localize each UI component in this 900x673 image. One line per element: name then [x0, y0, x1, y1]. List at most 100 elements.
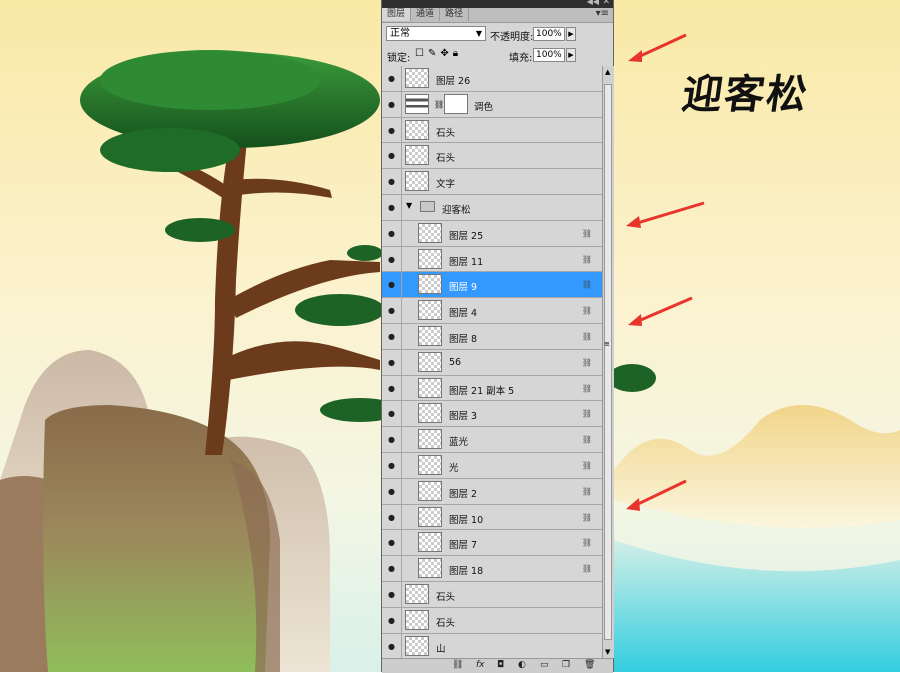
layer-row[interactable]: ● 石头 [382, 117, 602, 144]
opacity-input[interactable]: 100% [533, 27, 565, 41]
lock-icons[interactable]: ☐✎✥🔒︎ [415, 48, 462, 59]
fill-input[interactable]: 100% [533, 48, 565, 62]
scroll-down-icon[interactable]: ▼ [605, 648, 610, 656]
scroll-up-icon[interactable]: ▲ [605, 68, 610, 76]
tab-layers[interactable]: 图层 [382, 8, 412, 21]
layer-style-icon[interactable]: fx [476, 660, 485, 670]
layer-row[interactable]: ● 图层 10 ⛓ [382, 504, 602, 531]
layer-name[interactable]: 石头 [436, 125, 455, 139]
new-group-icon[interactable]: ▭ [540, 660, 549, 670]
layer-name[interactable]: 图层 25 [449, 228, 483, 242]
visibility-eye-icon[interactable]: ● [388, 306, 395, 315]
link-layers-icon[interactable]: ⛓ [452, 660, 463, 670]
panel-titlebar[interactable]: ◀◀ ✕ [382, 0, 613, 8]
visibility-eye-icon[interactable]: ● [388, 151, 395, 160]
link-icon: ⛓ [581, 435, 592, 445]
layer-name[interactable]: 图层 3 [449, 408, 477, 422]
layer-row[interactable]: ● 图层 8 ⛓ [382, 323, 602, 350]
layer-row[interactable]: ● 图层 25 ⛓ [382, 220, 602, 247]
tab-paths[interactable]: 路径 [440, 8, 470, 21]
visibility-eye-icon[interactable]: ● [388, 384, 395, 393]
visibility-eye-icon[interactable]: ● [388, 487, 395, 496]
layer-row[interactable]: ● 山 [382, 633, 602, 658]
layer-name[interactable]: 文字 [436, 176, 455, 190]
visibility-eye-icon[interactable]: ● [388, 126, 395, 135]
layer-name[interactable]: 图层 10 [449, 512, 483, 526]
blend-mode-select[interactable]: 正常 ▼ [386, 26, 486, 41]
layer-name[interactable]: 图层 9 [449, 279, 477, 293]
mask-link-icon[interactable]: ⛓ [434, 100, 444, 109]
layer-row[interactable]: ● 石头 [382, 607, 602, 634]
layer-row[interactable]: ● 石头 [382, 143, 602, 170]
visibility-eye-icon[interactable]: ● [388, 564, 395, 573]
layer-row[interactable]: ● 蓝光 ⛓ [382, 427, 602, 453]
tab-channels[interactable]: 通道 [411, 8, 441, 21]
fill-slider-button[interactable]: ▶ [566, 48, 576, 62]
visibility-eye-icon[interactable]: ● [388, 409, 395, 418]
visibility-eye-icon[interactable]: ● [388, 590, 395, 599]
visibility-eye-icon[interactable]: ● [388, 255, 395, 264]
visibility-eye-icon[interactable]: ● [388, 461, 395, 470]
layer-name[interactable]: 蓝光 [449, 434, 468, 448]
layer-name[interactable]: 迎客松 [442, 202, 471, 216]
visibility-eye-icon[interactable]: ● [388, 229, 395, 238]
layer-row[interactable]: ● 图层 18 ⛓ [382, 556, 602, 582]
layers-scrollbar[interactable]: ▲ ≡ ▼ [602, 66, 614, 658]
layer-row[interactable]: ● 图层 3 ⛓ [382, 401, 602, 428]
expand-triangle-icon[interactable]: ▼ [406, 201, 412, 210]
delete-layer-icon[interactable]: 🗑︎ [584, 660, 595, 670]
column-divider [401, 633, 402, 658]
layer-row[interactable]: ● 图层 11 ⛓ [382, 246, 602, 273]
layer-name[interactable]: 56 [449, 357, 461, 368]
layer-name[interactable]: 石头 [436, 615, 455, 629]
layer-row[interactable]: ● 图层 7 ⛓ [382, 530, 602, 557]
layer-name[interactable]: 图层 18 [449, 563, 483, 577]
visibility-eye-icon[interactable]: ● [388, 100, 395, 109]
visibility-eye-icon[interactable]: ● [388, 74, 395, 83]
layer-name[interactable]: 光 [449, 460, 459, 474]
layer-row[interactable]: ● 文字 [382, 169, 602, 195]
layer-row[interactable]: ● 图层 21 副本 5 ⛓ [382, 375, 602, 402]
opacity-slider-button[interactable]: ▶ [566, 27, 576, 41]
collapse-icon[interactable]: ◀◀ [587, 0, 599, 6]
layer-row[interactable]: ● 图层 4 ⛓ [382, 298, 602, 324]
layer-name[interactable]: 图层 11 [449, 254, 483, 268]
layer-row[interactable]: ● ⛓ 调色 [382, 91, 602, 118]
add-mask-icon[interactable]: ◘ [497, 660, 504, 670]
visibility-eye-icon[interactable]: ● [388, 435, 395, 444]
scrollbar-thumb[interactable] [604, 84, 612, 640]
layer-name[interactable]: 石头 [436, 150, 455, 164]
layer-thumbnail [405, 635, 429, 656]
layer-row[interactable]: ● 图层 26 [382, 66, 602, 92]
visibility-eye-icon[interactable]: ● [388, 538, 395, 547]
close-icon[interactable]: ✕ [602, 0, 610, 7]
layer-row[interactable]: ● 56 ⛓ [382, 349, 602, 376]
layer-row[interactable]: ● 图层 2 ⛓ [382, 478, 602, 505]
layer-name[interactable]: 图层 4 [449, 305, 477, 319]
layer-group-row[interactable]: ● ▼ 迎客松 [382, 194, 602, 221]
layer-row[interactable]: ● 石头 [382, 581, 602, 608]
panel-menu-icon[interactable]: ▾≡ [596, 8, 609, 19]
layer-row[interactable]: ● 图层 9 ⛓ [382, 272, 602, 299]
layer-name[interactable]: 石头 [436, 589, 455, 603]
layer-row[interactable]: ● 光 ⛓ [382, 452, 602, 479]
layer-name[interactable]: 图层 26 [436, 73, 470, 87]
visibility-eye-icon[interactable]: ● [388, 513, 395, 522]
visibility-eye-icon[interactable]: ● [388, 358, 395, 367]
layer-name[interactable]: 图层 21 副本 5 [449, 383, 514, 397]
adjustment-thumbnail [405, 93, 429, 114]
layer-name[interactable]: 图层 7 [449, 537, 477, 551]
layer-name[interactable]: 图层 8 [449, 331, 477, 345]
adjustment-layer-icon[interactable]: ◐ [518, 660, 526, 670]
visibility-eye-icon[interactable]: ● [388, 203, 395, 212]
layer-name[interactable]: 山 [436, 641, 446, 655]
visibility-eye-icon[interactable]: ● [388, 177, 395, 186]
layer-name[interactable]: 图层 2 [449, 486, 477, 500]
visibility-eye-icon[interactable]: ● [388, 642, 395, 651]
layer-name[interactable]: 调色 [474, 99, 493, 113]
visibility-eye-icon[interactable]: ● [388, 280, 395, 289]
visibility-eye-icon[interactable]: ● [388, 332, 395, 341]
visibility-eye-icon[interactable]: ● [388, 616, 395, 625]
mask-thumbnail[interactable] [444, 93, 468, 114]
new-layer-icon[interactable]: ❐ [562, 660, 570, 670]
